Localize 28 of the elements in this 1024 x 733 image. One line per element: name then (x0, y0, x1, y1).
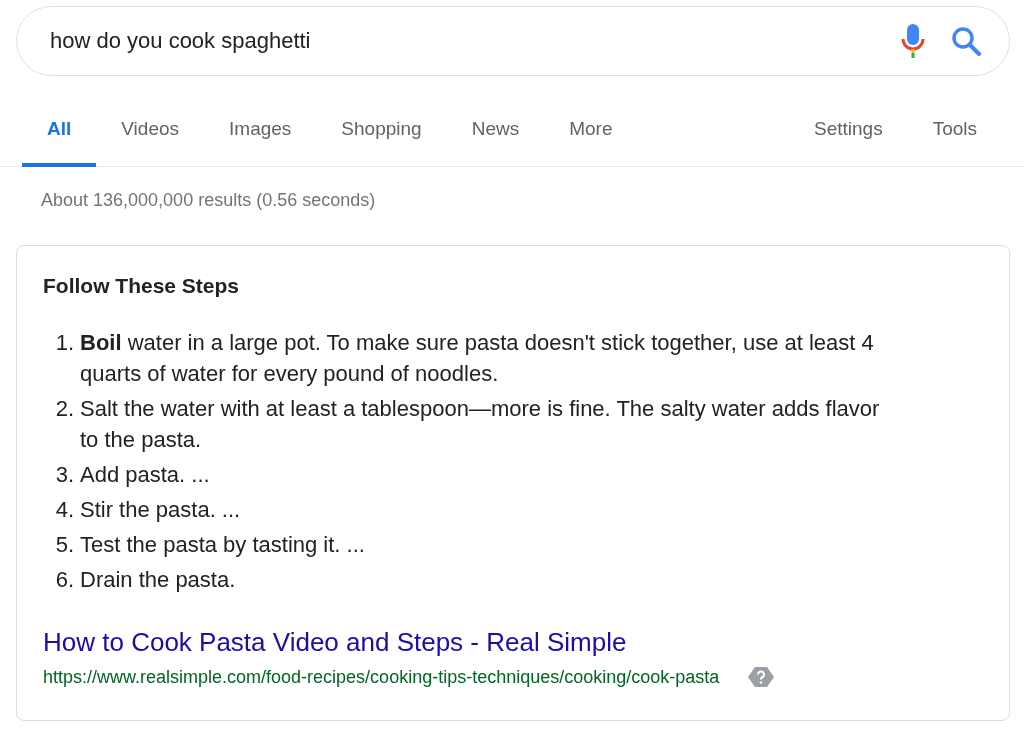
step-number: 6. (54, 566, 75, 594)
step-number: 5. (54, 531, 75, 559)
snippet-title: Follow These Steps (43, 274, 241, 298)
tab[interactable]: Shopping (316, 76, 447, 167)
tab[interactable]: Images (204, 76, 317, 167)
step-text: Add pasta. ... (80, 461, 210, 489)
tab[interactable]: News (446, 76, 545, 167)
step-text: Stir the pasta. ... (80, 496, 241, 524)
result-link[interactable]: How to Cook Pasta Video and Steps - Real Simple (43, 627, 627, 658)
step-number: 4. (54, 496, 75, 524)
help-icon[interactable] (747, 666, 776, 688)
tab[interactable]: More (544, 76, 638, 167)
tab[interactable]: Settings (789, 76, 908, 167)
step-text: Drain the pasta. (80, 566, 236, 594)
step-text: Boil water in a large pot. To make sure pasta doesn't stick together, use at least 4 quarts of water for every pound of noodles. (80, 329, 875, 388)
microphone-icon[interactable] (901, 24, 925, 58)
step-text: Test the pasta by tasting it. ... (80, 531, 365, 559)
step-text: Salt the water with at least a tablespoon—more is fine. The salty water adds flavor to the pasta. (80, 395, 881, 454)
result-url: https://www.realsimple.com/food-recipes/cooking-tips-techniques/cooking/cook-pasta (43, 666, 720, 688)
search-input[interactable]: how do you cook spaghetti (50, 28, 875, 54)
step-number: 2. (54, 395, 75, 423)
search-icon[interactable] (951, 26, 981, 56)
tab[interactable]: Videos (96, 76, 205, 167)
step-number: 3. (54, 461, 75, 489)
tab[interactable]: Tools (907, 76, 1002, 167)
result-stats: About 136,000,000 results (0.56 seconds) (41, 190, 377, 211)
step-number: 1. (54, 329, 75, 357)
tab[interactable]: All (22, 76, 97, 167)
